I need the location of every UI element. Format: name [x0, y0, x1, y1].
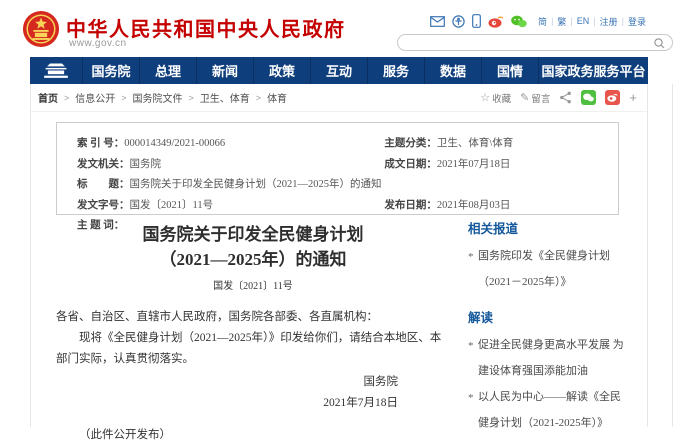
nav-item-zhengce[interactable]: 政策 — [253, 57, 310, 84]
sign-date: 2021年7月18日 — [56, 393, 398, 414]
page-tools: ☆ 收藏 ✎ 留言 — [480, 90, 637, 105]
breadcrumb-tiyu[interactable]: 体育 — [267, 90, 287, 105]
meta-org-label: 发文机关： — [77, 159, 130, 170]
nav-item-shuju[interactable]: 数据 — [424, 57, 481, 84]
content-container: 首页 > 信息公开 > 国务院文件 > 卫生、体育 > 体育 ☆ 收藏 ✎ 留言 — [30, 84, 648, 427]
nav-item-zongli[interactable]: 总理 — [139, 57, 196, 84]
nav-item-guowuyuan[interactable]: 国务院 — [82, 57, 139, 84]
star-icon: ☆ — [480, 91, 490, 104]
collect-button[interactable]: ☆ 收藏 — [480, 91, 511, 105]
bullet-marker: * — [468, 333, 474, 359]
page-edge-divider — [672, 84, 673, 427]
site-url[interactable]: www.gov.cn — [69, 38, 127, 49]
accessibility-icon[interactable] — [452, 15, 465, 28]
meta-written-label: 成文日期： — [384, 159, 437, 170]
public-release-note: （此件公开发布） — [56, 426, 450, 442]
body-paragraph: 现将《全民健身计划（2021—2025年）》印发给你们，请结合本地区、本部门实际… — [56, 328, 450, 370]
mobile-client-icon[interactable] — [472, 14, 481, 28]
weibo-icon[interactable] — [488, 15, 504, 28]
meta-written-value: 2021年07月18日 — [437, 159, 511, 170]
breadcrumb-bar: 首页 > 信息公开 > 国务院文件 > 卫生、体育 > 体育 ☆ 收藏 ✎ 留言 — [31, 84, 647, 112]
search-input[interactable] — [397, 34, 673, 51]
signature-block: 国务院 2021年7月18日 — [56, 372, 450, 414]
weibo-share-icon — [607, 93, 618, 102]
main-nav: 国务院 总理 新闻 政策 互动 服务 数据 国情 国家政务服务平台 — [30, 57, 648, 84]
lang-traditional[interactable]: 繁 — [557, 15, 566, 28]
breadcrumb-weisheng-tiyu[interactable]: 卫生、体育 — [200, 90, 250, 105]
document-number: 国发〔2021〕11号 — [56, 277, 450, 292]
lang-english[interactable]: EN — [577, 16, 590, 26]
nav-home-tab[interactable] — [30, 57, 82, 84]
meta-org-value: 国务院 — [130, 159, 162, 170]
national-emblem-logo — [22, 9, 60, 49]
more-share-button[interactable]: + — [629, 90, 637, 105]
signer: 国务院 — [56, 372, 398, 393]
meta-publish-label: 发布日期： — [384, 200, 437, 211]
related-report-link[interactable]: * 国务院印发《全民健身计划（2021－2025年）》 — [468, 243, 624, 295]
wechat-icon[interactable] — [511, 15, 527, 28]
page: 中华人民共和国中央人民政府 www.gov.cn — [0, 0, 680, 427]
meta-index-value: 000014349/2021-00066 — [124, 138, 225, 149]
site-header: 中华人民共和国中央人民政府 www.gov.cn — [0, 0, 680, 57]
header-tools: 简 | 繁 | EN | 注册 | 登录 — [376, 13, 676, 29]
meta-docno-label: 发文字号： — [77, 200, 130, 211]
bullet-marker: * — [468, 244, 474, 270]
document-title: 国务院关于印发全民健身计划 （2021—2025年）的通知 — [56, 222, 450, 272]
meta-docno-value: 国发〔2021〕11号 — [130, 200, 214, 211]
meta-category-value: 卫生、体育\体育 — [437, 138, 513, 149]
sidebar: 相关报道 * 国务院印发《全民健身计划（2021－2025年）》 解读 * 促进… — [468, 218, 624, 436]
interpretation-link[interactable]: * 以人民为中心——解读《全民健身计划（2021-2025年）》 — [468, 384, 624, 436]
meta-category-label: 主题分类： — [384, 138, 437, 149]
pencil-icon: ✎ — [520, 91, 529, 104]
nav-item-xinwen[interactable]: 新闻 — [196, 57, 253, 84]
register-link[interactable]: 注册 — [600, 15, 618, 28]
login-link[interactable]: 登录 — [628, 15, 646, 28]
wechat-share-button[interactable] — [581, 90, 596, 105]
meta-title-value: 国务院关于印发全民健身计划（2021—2025年）的通知 — [130, 179, 382, 190]
share-icon[interactable] — [559, 91, 572, 104]
salutation-paragraph: 各省、自治区、直辖市人民政府，国务院各部委、各直属机构： — [56, 307, 450, 328]
related-reports-heading: 相关报道 — [468, 218, 624, 237]
mail-icon[interactable] — [430, 16, 445, 27]
wechat-share-icon — [583, 93, 594, 102]
search-icon[interactable] — [654, 38, 665, 49]
comment-button[interactable]: ✎ 留言 — [520, 91, 550, 105]
tiananmen-home-icon — [41, 62, 71, 79]
interpretation-heading: 解读 — [468, 307, 624, 326]
document-area: 国务院关于印发全民健身计划 （2021—2025年）的通知 国发〔2021〕11… — [56, 222, 450, 442]
meta-index-label: 索 引 号： — [77, 138, 124, 149]
nav-item-zhengwu-platform[interactable]: 国家政务服务平台 — [538, 57, 648, 84]
meta-title-label: 标 题： — [77, 179, 130, 190]
lang-simplified[interactable]: 简 — [538, 15, 547, 28]
weibo-share-button[interactable] — [605, 90, 620, 105]
meta-publish-value: 2021年08月03日 — [437, 200, 511, 211]
nav-item-fuwu[interactable]: 服务 — [367, 57, 424, 84]
document-meta-box: 索 引 号：000014349/2021-00066 主题分类：卫生、体育\体育… — [56, 122, 619, 215]
breadcrumb-guowuyuan-wenjian[interactable]: 国务院文件 — [133, 90, 183, 105]
breadcrumb: 首页 > 信息公开 > 国务院文件 > 卫生、体育 > 体育 — [38, 90, 287, 105]
interpretation-link[interactable]: * 促进全民健身更高水平发展 为建设体育强国添能加油 — [468, 332, 624, 384]
document-body: 各省、自治区、直辖市人民政府，国务院各部委、各直属机构： 现将《全民健身计划（2… — [56, 307, 450, 370]
breadcrumb-xinxigongkai[interactable]: 信息公开 — [75, 90, 115, 105]
nav-item-hudong[interactable]: 互动 — [310, 57, 367, 84]
breadcrumb-home[interactable]: 首页 — [38, 90, 58, 105]
bullet-marker: * — [468, 385, 474, 411]
nav-item-guoqing[interactable]: 国情 — [481, 57, 538, 84]
